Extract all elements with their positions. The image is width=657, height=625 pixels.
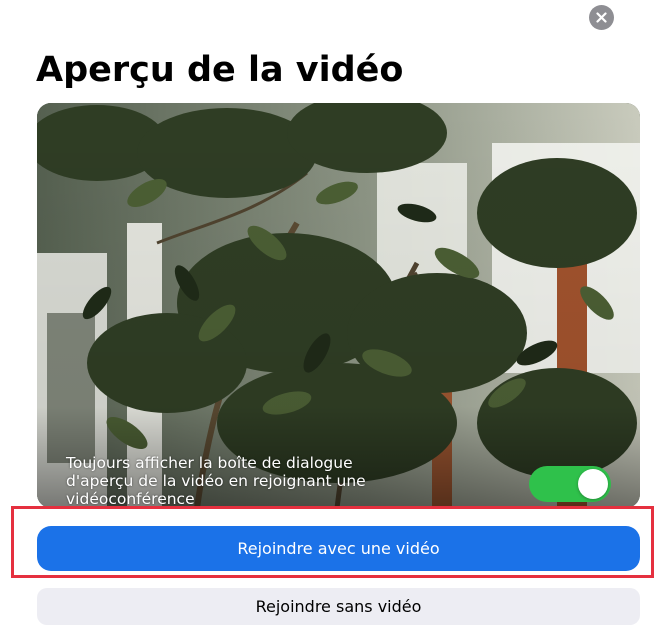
toggle-knob <box>578 469 608 499</box>
always-show-preview-line: Toujours afficher la boîte de dialogue <box>66 454 353 472</box>
close-button[interactable] <box>589 5 614 30</box>
close-icon <box>596 12 607 23</box>
dialog-title: Aperçu de la vidéo <box>36 50 404 90</box>
always-show-preview-line: d'aperçu de la vidéo en rejoignant une <box>66 472 366 490</box>
join-with-video-button[interactable]: Rejoindre avec une vidéo <box>37 526 640 571</box>
video-preview: Toujours afficher la boîte de dialogue d… <box>37 103 640 508</box>
always-show-preview-label: Toujours afficher la boîte de dialogue d… <box>66 454 506 508</box>
always-show-preview-toggle[interactable] <box>529 466 611 502</box>
join-without-video-button[interactable]: Rejoindre sans vidéo <box>37 588 640 625</box>
camera-feed-image <box>37 103 640 508</box>
